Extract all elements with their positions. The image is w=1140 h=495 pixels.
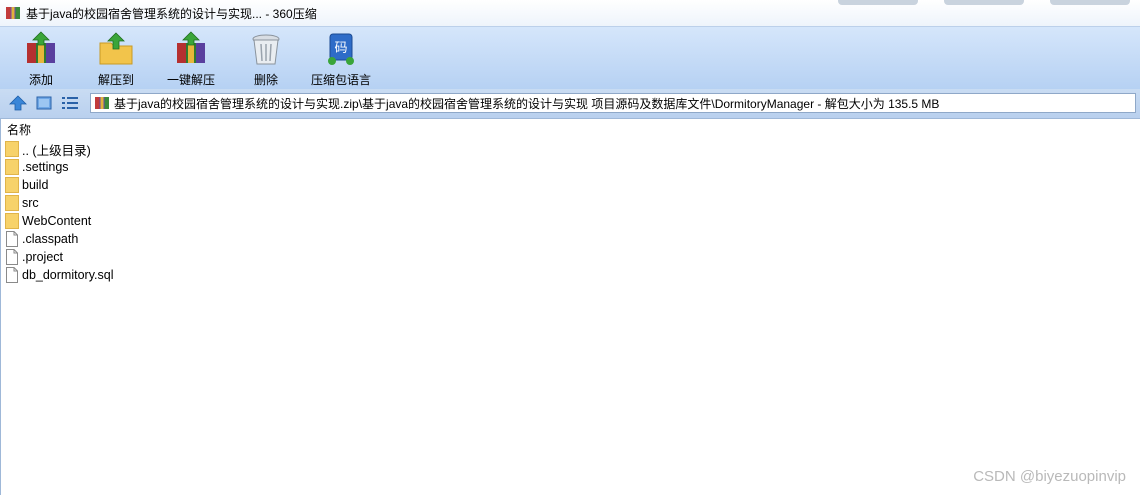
delete-button[interactable]: 删除 — [228, 31, 304, 89]
svg-text:码: 码 — [334, 41, 347, 56]
item-name: .. (上级目录) — [22, 143, 91, 158]
list-view-icon — [62, 97, 78, 109]
extract-to-label: 解压到 — [97, 73, 134, 87]
thumbnail-view-button[interactable] — [34, 94, 54, 112]
archive-app-icon — [6, 7, 20, 19]
one-click-extract-label: 一键解压 — [166, 73, 215, 87]
item-name: build — [22, 178, 49, 192]
address-bar: 基于java的校园宿舍管理系统的设计与实现.zip\基于java的校园宿舍管理系… — [0, 89, 1140, 119]
archive-language-label: 压缩包语言 — [310, 73, 371, 87]
main-toolbar: 添加 解压到 一键解压 删除 码 压缩包语言 — [0, 26, 1140, 89]
list-item-parent-directory[interactable]: .. (上级目录) — [5, 140, 113, 158]
list-item-src[interactable]: src — [5, 194, 113, 212]
one-click-extract-icon — [177, 31, 205, 63]
list-view-button[interactable] — [60, 94, 80, 112]
up-level-button[interactable] — [8, 94, 28, 112]
file-icon — [6, 231, 18, 247]
zip-file-icon — [95, 97, 109, 109]
file-icon — [6, 249, 18, 265]
title-bar-decoration — [810, 0, 1140, 7]
path-text: 基于java的校园宿舍管理系统的设计与实现.zip\基于java的校园宿舍管理系… — [114, 96, 940, 111]
list-item-build[interactable]: build — [5, 176, 113, 194]
item-name: .project — [22, 250, 63, 264]
folder-icon — [5, 177, 19, 193]
add-archive-icon — [27, 31, 55, 63]
path-field[interactable]: 基于java的校园宿舍管理系统的设计与实现.zip\基于java的校园宿舍管理系… — [90, 93, 1136, 113]
trash-icon — [252, 34, 280, 65]
column-header-name[interactable]: 名称 — [7, 121, 31, 138]
extract-folder-icon — [99, 32, 133, 65]
list-item-classpath[interactable]: .classpath — [5, 230, 113, 248]
folder-icon — [5, 159, 19, 175]
file-icon — [6, 267, 18, 283]
encoding-icon: 码 — [328, 33, 354, 65]
file-rows: .. (上级目录) .settings build src WebContent… — [5, 140, 113, 284]
arrow-up-icon — [9, 95, 27, 111]
archive-language-button[interactable]: 码 压缩包语言 — [303, 31, 379, 89]
folder-icon — [5, 195, 19, 211]
list-item-db-dormitory-sql[interactable]: db_dormitory.sql — [5, 266, 113, 284]
folder-icon — [5, 141, 19, 157]
list-item-settings[interactable]: .settings — [5, 158, 113, 176]
large-icon-view-icon — [36, 96, 52, 110]
folder-icon — [5, 213, 19, 229]
watermark-text: CSDN @biyezuopinvip — [973, 468, 1126, 485]
file-list: 名称 .. (上级目录) .settings build src WebCont… — [0, 119, 1140, 495]
add-button[interactable]: 添加 — [3, 31, 79, 89]
item-name: db_dormitory.sql — [22, 268, 114, 282]
item-name: .settings — [22, 160, 69, 174]
delete-label: 删除 — [253, 73, 278, 87]
list-item-project[interactable]: .project — [5, 248, 113, 266]
list-item-webcontent[interactable]: WebContent — [5, 212, 113, 230]
window-title: 基于java的校园宿舍管理系统的设计与实现... - 360压缩 — [26, 6, 317, 21]
extract-to-button[interactable]: 解压到 — [78, 31, 154, 89]
item-name: WebContent — [22, 214, 92, 228]
item-name: src — [22, 196, 39, 210]
item-name: .classpath — [22, 232, 79, 246]
one-click-extract-button[interactable]: 一键解压 — [153, 31, 229, 89]
title-bar: 基于java的校园宿舍管理系统的设计与实现... - 360压缩 — [0, 0, 1140, 26]
add-label: 添加 — [28, 73, 53, 87]
